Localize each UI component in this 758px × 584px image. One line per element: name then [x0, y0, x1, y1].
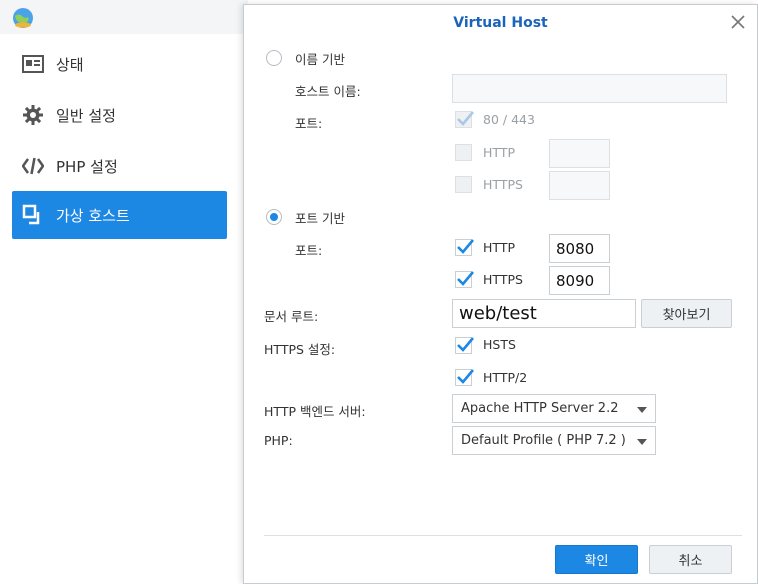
php-profile-select[interactable]: Default Profile ( PHP 7.2 ): [452, 426, 656, 455]
php-select-value: Default Profile ( PHP 7.2 ): [461, 433, 626, 448]
port-default-label: 80 / 443: [483, 112, 535, 127]
gear-icon: [20, 102, 46, 128]
close-icon[interactable]: [729, 13, 747, 31]
https-settings-label: HTTPS 설정:: [264, 342, 336, 357]
name-http-label: HTTP: [483, 145, 515, 160]
footer-divider: [264, 535, 742, 536]
dialog-title: Virtual Host: [453, 15, 548, 31]
sidebar-item-label: 일반 설정: [56, 106, 116, 125]
app-sidebar: 상태 일반 설정 PHP 설정 가상 호스트: [0, 0, 248, 584]
hostname-input[interactable]: [452, 74, 727, 103]
sidebar-item-label: 상태: [56, 55, 84, 74]
checkmark-icon: [457, 369, 474, 384]
port-https-label: HTTPS: [483, 272, 523, 287]
name-based-label: 이름 기반: [295, 52, 345, 67]
checkmark-icon: [457, 111, 474, 126]
backend-select-value: Apache HTTP Server 2.2: [461, 401, 619, 416]
name-https-port-input[interactable]: [549, 171, 610, 200]
name-https-checkbox[interactable]: [455, 176, 472, 193]
virtual-host-icon: [20, 202, 46, 228]
port-based-port-label: 포트:: [295, 243, 323, 258]
php-label: PHP:: [264, 433, 293, 448]
ok-button[interactable]: 확인: [555, 545, 638, 574]
name-http-port-input[interactable]: [549, 139, 610, 168]
sidebar-item-virtual-host[interactable]: 가상 호스트: [12, 191, 227, 239]
hsts-label: HSTS: [483, 337, 516, 352]
app-topbar: [0, 0, 248, 34]
doc-root-input[interactable]: web/test: [452, 299, 636, 328]
globe-icon[interactable]: [12, 7, 34, 29]
status-card-icon: [20, 51, 46, 77]
name-based-radio[interactable]: [266, 50, 282, 66]
virtual-host-dialog: Virtual Host 이름 기반 호스트 이름: 포트: 80 / 443 …: [243, 4, 758, 584]
http2-checkbox[interactable]: [455, 369, 474, 386]
hsts-checkbox[interactable]: [455, 337, 474, 354]
name-http-checkbox[interactable]: [455, 144, 472, 161]
http2-label: HTTP/2: [483, 370, 528, 385]
checkmark-icon: [457, 271, 474, 286]
sidebar-item-label: 가상 호스트: [56, 206, 130, 225]
code-icon: [20, 153, 46, 179]
sidebar-item-label: PHP 설정: [56, 157, 118, 176]
port-http-checkbox[interactable]: [455, 239, 474, 256]
sidebar-item-status[interactable]: 상태: [12, 40, 227, 88]
port-http-input[interactable]: 8080: [549, 234, 610, 263]
chevron-down-icon: [637, 439, 647, 445]
doc-root-label: 문서 루트:: [264, 309, 319, 324]
checkmark-icon: [457, 239, 474, 254]
port-default-checkbox[interactable]: [455, 111, 474, 128]
name-port-label: 포트:: [295, 116, 323, 131]
chevron-down-icon: [637, 407, 647, 413]
sidebar-item-php-settings[interactable]: PHP 설정: [12, 142, 227, 190]
port-http-label: HTTP: [483, 240, 515, 255]
hostname-label: 호스트 이름:: [295, 84, 361, 99]
port-based-label: 포트 기반: [295, 211, 345, 226]
checkmark-icon: [457, 337, 474, 352]
name-https-label: HTTPS: [483, 177, 523, 192]
sidebar-item-general-settings[interactable]: 일반 설정: [12, 91, 227, 139]
port-https-checkbox[interactable]: [455, 271, 474, 288]
backend-label: HTTP 백엔드 서버:: [264, 404, 366, 419]
browse-button[interactable]: 찾아보기: [641, 299, 732, 328]
cancel-button[interactable]: 취소: [649, 545, 732, 574]
port-based-radio[interactable]: [266, 209, 282, 225]
port-https-input[interactable]: 8090: [549, 266, 610, 295]
backend-select[interactable]: Apache HTTP Server 2.2: [452, 394, 656, 423]
